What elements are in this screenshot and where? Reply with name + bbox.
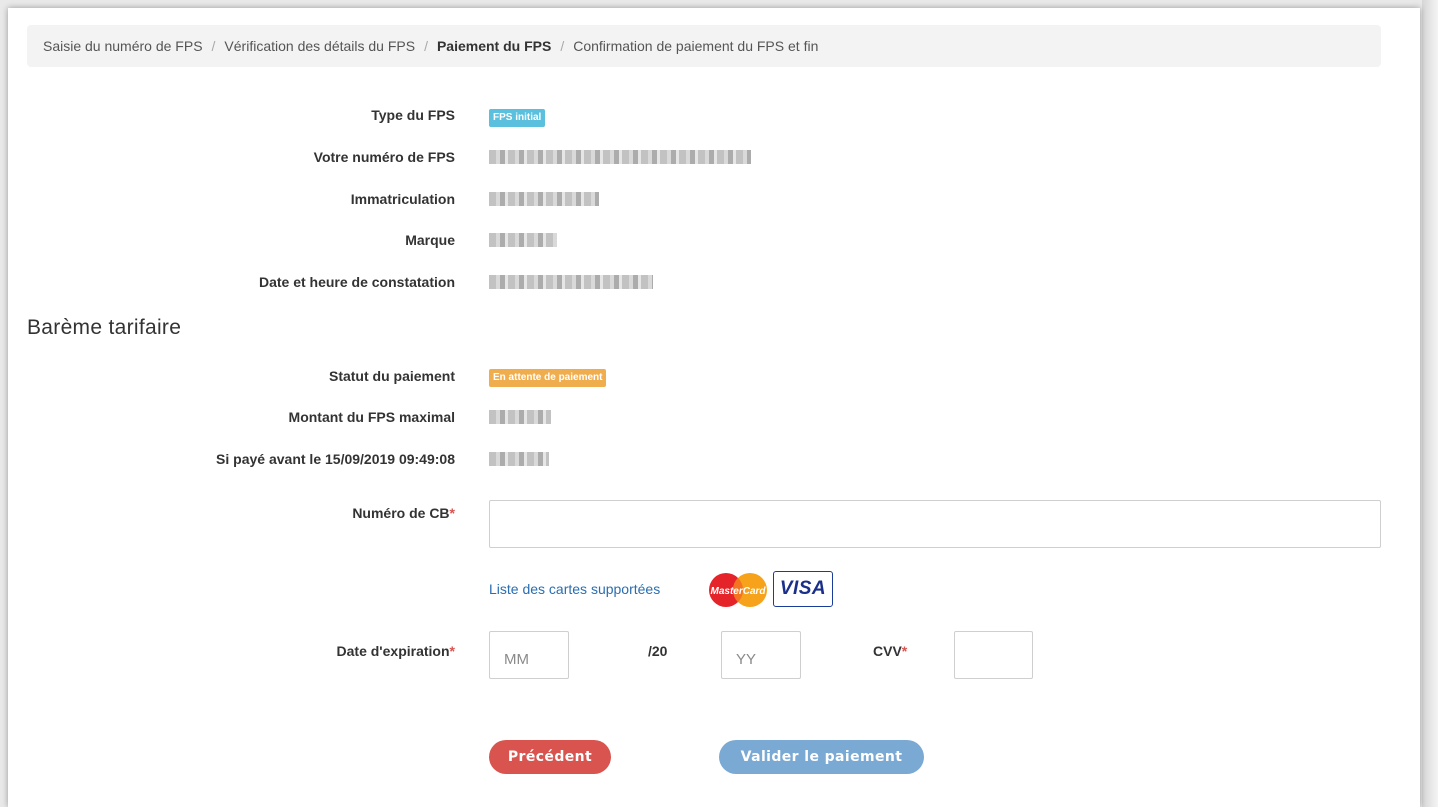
payment-page: Saisie du numéro de FPS / Vérification d… [8,8,1420,807]
breadcrumb-separator: / [424,38,428,54]
required-marker: * [449,643,455,659]
type-badge: FPS initial [489,109,546,127]
date-value-redacted [489,275,653,289]
expiry-year-prefix: /20 [648,643,668,659]
fps-number-value-redacted [489,150,751,164]
breadcrumb-step-number-entry[interactable]: Saisie du numéro de FPS [43,38,203,54]
previous-button[interactable]: Précédent [489,740,611,774]
max-amount-label: Montant du FPS maximal [288,409,455,425]
tariff-section-title: Barème tarifaire [27,316,182,339]
cvv-label-text: CVV [873,643,902,659]
supported-cards-link[interactable]: Liste des cartes supportées [489,581,660,597]
date-label: Date et heure de constatation [258,274,455,290]
mastercard-logo-text: MasterCard [710,586,766,597]
breadcrumb-separator: / [211,38,216,54]
required-marker: * [901,643,908,659]
window-edge [1422,0,1438,807]
type-label: Type du FPS [371,107,455,123]
expiry-month-input[interactable] [489,631,569,679]
fps-number-label: Votre numéro de FPS [313,149,455,165]
required-marker: * [449,505,455,521]
card-number-label: Numéro de CB* [0,505,455,521]
validate-payment-button[interactable]: Valider le paiement [719,740,924,774]
breadcrumb-step-payment: Paiement du FPS [436,38,552,54]
breadcrumb-step-verification[interactable]: Vérification des détails du FPS [224,38,415,54]
payment-status-badge: En attente de paiement [489,369,607,387]
expiry-label: Date d'expiration* [0,643,455,659]
max-amount-value-redacted [489,410,551,424]
plate-label: Immatriculation [350,191,455,207]
cvv-label: CVV* [873,643,907,659]
reduced-amount-label: Si payé avant le 15/09/2019 09:49:08 [216,451,455,467]
visa-logo: VISA [773,571,833,607]
breadcrumb-step-confirmation: Confirmation de paiement du FPS et fin [573,38,819,54]
payment-status-label: Statut du paiement [328,368,455,384]
mastercard-logo: MasterCard [709,573,767,607]
reduced-amount-value-redacted [489,452,549,466]
cvv-input[interactable] [954,631,1033,679]
brand-label: Marque [405,232,455,248]
card-number-label-text: Numéro de CB [352,505,450,521]
card-number-input[interactable] [489,500,1381,548]
expiry-label-text: Date d'expiration [336,643,450,659]
expiry-year-input[interactable] [721,631,801,679]
breadcrumb-separator: / [560,38,565,54]
brand-value-redacted [489,233,557,247]
breadcrumb: Saisie du numéro de FPS / Vérification d… [27,25,1381,67]
plate-value-redacted [489,192,599,206]
